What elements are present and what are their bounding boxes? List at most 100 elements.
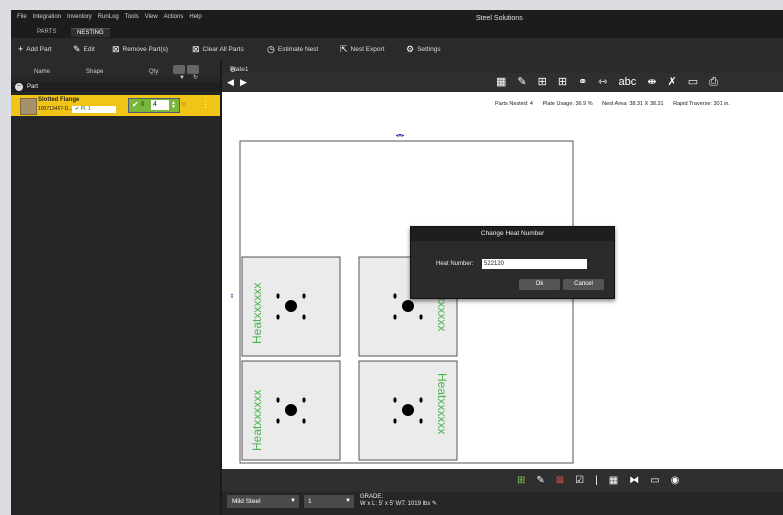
- qty-input[interactable]: 4: [151, 100, 169, 110]
- more-options-icon[interactable]: ⋮: [201, 99, 210, 110]
- print-icon[interactable]: ⎙: [709, 76, 718, 88]
- pencil-tool-icon[interactable]: ✎: [517, 76, 526, 88]
- ok-button[interactable]: Ok: [519, 279, 560, 290]
- nest-export-button[interactable]: ⇱ Nest Export: [340, 44, 385, 54]
- nest-area: Nest Area: 38.31 X 38.31: [602, 101, 664, 107]
- settings-label: Settings: [417, 45, 441, 53]
- menu-tools[interactable]: Tools: [125, 14, 139, 20]
- edit-plate-icon[interactable]: ✎: [536, 475, 544, 486]
- check-icon: ✔: [75, 106, 80, 112]
- rapid-traverse: Rapid Traverse: 301 in.: [673, 101, 731, 107]
- plate-info: GRADE: W x L: 5' x 5' WT: 1019 lbs ✎: [360, 494, 437, 508]
- add-plate-icon[interactable]: ⊞: [517, 475, 525, 486]
- menu-bar: File Integration Inventory RunLog Tools …: [11, 10, 783, 27]
- export-icon: ⇱: [340, 44, 348, 54]
- previous-plate-icon[interactable]: ◀: [227, 77, 234, 88]
- app-title: Steel Solutions: [476, 15, 523, 22]
- menu-view[interactable]: View: [145, 14, 158, 20]
- text-icon[interactable]: abc: [619, 76, 637, 88]
- top-dimension-marker[interactable]: ◂▾▸: [395, 133, 404, 139]
- remove-parts-button[interactable]: ⊠ Remove Part(s): [112, 44, 169, 54]
- tab-nesting[interactable]: NESTING: [71, 28, 110, 37]
- menu-actions[interactable]: Actions: [164, 14, 184, 20]
- column-qty[interactable]: Qty: [149, 69, 158, 75]
- nesting-window: File Integration Inventory RunLog Tools …: [11, 10, 783, 515]
- measure-icon[interactable]: ⇿: [598, 76, 607, 88]
- move-icon[interactable]: ⇼: [647, 76, 656, 88]
- part-shape-label: PL 1: [80, 106, 91, 112]
- material-select[interactable]: Mild Steel ▼: [227, 495, 299, 508]
- edit-button[interactable]: ✎ Edit: [73, 45, 95, 54]
- plus-box-icon[interactable]: ⊞: [558, 76, 567, 88]
- material-bar: Mild Steel ▼ 1 ▼ GRADE: W x L: 5' x 5' W…: [222, 492, 783, 515]
- dialog-title: Change Heat Number: [411, 227, 614, 241]
- plate-tabs: Plate1 #1 ⚙: [222, 60, 783, 80]
- remove-parts-label: Remove Part(s): [122, 45, 169, 53]
- settings-button[interactable]: ⚙ Settings: [406, 44, 441, 54]
- clear-icon: ⊠: [192, 44, 200, 54]
- plate-icon[interactable]: ▭: [688, 76, 698, 88]
- plus-icon: +: [18, 44, 24, 54]
- estimate-nest-button[interactable]: ◷ Estimate Nest: [267, 44, 319, 54]
- clear-all-parts-button[interactable]: ⊠ Clear All Parts: [192, 44, 244, 54]
- chevron-down-icon: ▼: [345, 498, 351, 504]
- qty-control: ✔ 0 4 ▲ ▼: [128, 98, 180, 113]
- nested-count: 0: [141, 102, 145, 108]
- side-dimension-marker[interactable]: ⇕: [229, 293, 234, 300]
- part-id: 100713467-D...: [38, 106, 73, 112]
- menu-runlog[interactable]: RunLog: [98, 14, 119, 20]
- remove-icon: ⊠: [112, 44, 120, 54]
- nest-actions-bar: ⊞ ✎ ⊠ ☑ | ▦ ⧓ ▭ ◉: [222, 469, 783, 492]
- visibility-icon[interactable]: ◉: [671, 475, 680, 486]
- collapse-icon[interactable]: −: [15, 83, 23, 91]
- delete-plate-icon[interactable]: ⊠: [556, 475, 564, 486]
- edit-weight-icon[interactable]: ✎: [432, 501, 437, 507]
- change-heat-number-dialog: Change Heat Number Heat Number: 522120 O…: [410, 226, 615, 299]
- refresh-button[interactable]: ↻: [187, 65, 199, 81]
- part-thumbnail: [20, 98, 37, 115]
- grid-view-icon[interactable]: ▦: [609, 475, 618, 486]
- heat-label: Heatxxxxxx: [250, 390, 264, 451]
- mode-tabs: PARTS NESTING: [11, 27, 783, 38]
- torch-icon[interactable]: ✗: [667, 76, 676, 88]
- plate-usage: Plate Usage: 36.9 %: [542, 101, 593, 107]
- nested-part[interactable]: Heatxxxxxx: [358, 360, 458, 461]
- menu-integration[interactable]: Integration: [33, 14, 61, 20]
- menu-inventory[interactable]: Inventory: [67, 14, 92, 20]
- column-shape[interactable]: Shape: [86, 69, 103, 75]
- tab-parts[interactable]: PARTS: [31, 28, 62, 36]
- link-icon[interactable]: ⚭: [578, 76, 587, 88]
- parts-panel: Name Shape Qty ▼ ↻ − Part Slotted Flange…: [11, 60, 222, 515]
- nested-part[interactable]: Heatxxxxxx: [241, 360, 341, 461]
- layout-icon[interactable]: ▭: [650, 475, 659, 486]
- separator-icon: |: [595, 475, 598, 486]
- menu-file[interactable]: File: [17, 14, 27, 20]
- gear-icon: ⚙: [406, 44, 415, 54]
- cancel-button[interactable]: Cancel: [563, 279, 604, 290]
- grade-label: GRADE:: [360, 494, 384, 500]
- favorite-icon[interactable]: ♥: [181, 99, 186, 109]
- part-row-slotted-flange[interactable]: Slotted Flange 100713467-D... ✔ PL 1 ✔ 0…: [11, 95, 220, 116]
- part-shape: ✔ PL 1: [72, 106, 116, 113]
- part-name: Slotted Flange: [38, 97, 80, 103]
- heat-number-input[interactable]: 522120: [482, 259, 587, 269]
- heat-label: Heatxxxxxx: [435, 373, 449, 434]
- filter-button[interactable]: ▼: [173, 65, 185, 81]
- stopwatch-icon: ◷: [267, 44, 275, 54]
- next-plate-icon[interactable]: ▶: [240, 77, 247, 88]
- mirror-icon[interactable]: ⧓: [629, 475, 639, 486]
- nested-part[interactable]: Heatxxxxxx: [241, 256, 341, 357]
- column-name[interactable]: Name: [34, 69, 50, 75]
- add-part-button[interactable]: + Add Part: [18, 44, 52, 54]
- qty-stepper[interactable]: ▲ ▼: [171, 101, 176, 110]
- plate-weight: WT: 1019 lbs: [395, 501, 431, 507]
- menu-help[interactable]: Help: [189, 14, 201, 20]
- chart-icon[interactable]: ▦: [496, 76, 506, 88]
- estimate-nest-label: Estimate Nest: [277, 45, 319, 53]
- validate-plate-icon[interactable]: ☑: [575, 475, 584, 486]
- grid-icon[interactable]: ⊞: [538, 76, 547, 88]
- heat-number-label: Heat Number:: [436, 261, 474, 267]
- part-group-row[interactable]: − Part: [11, 82, 220, 92]
- sheet-qty-select[interactable]: 1 ▼: [304, 495, 354, 508]
- edit-label: Edit: [83, 45, 95, 53]
